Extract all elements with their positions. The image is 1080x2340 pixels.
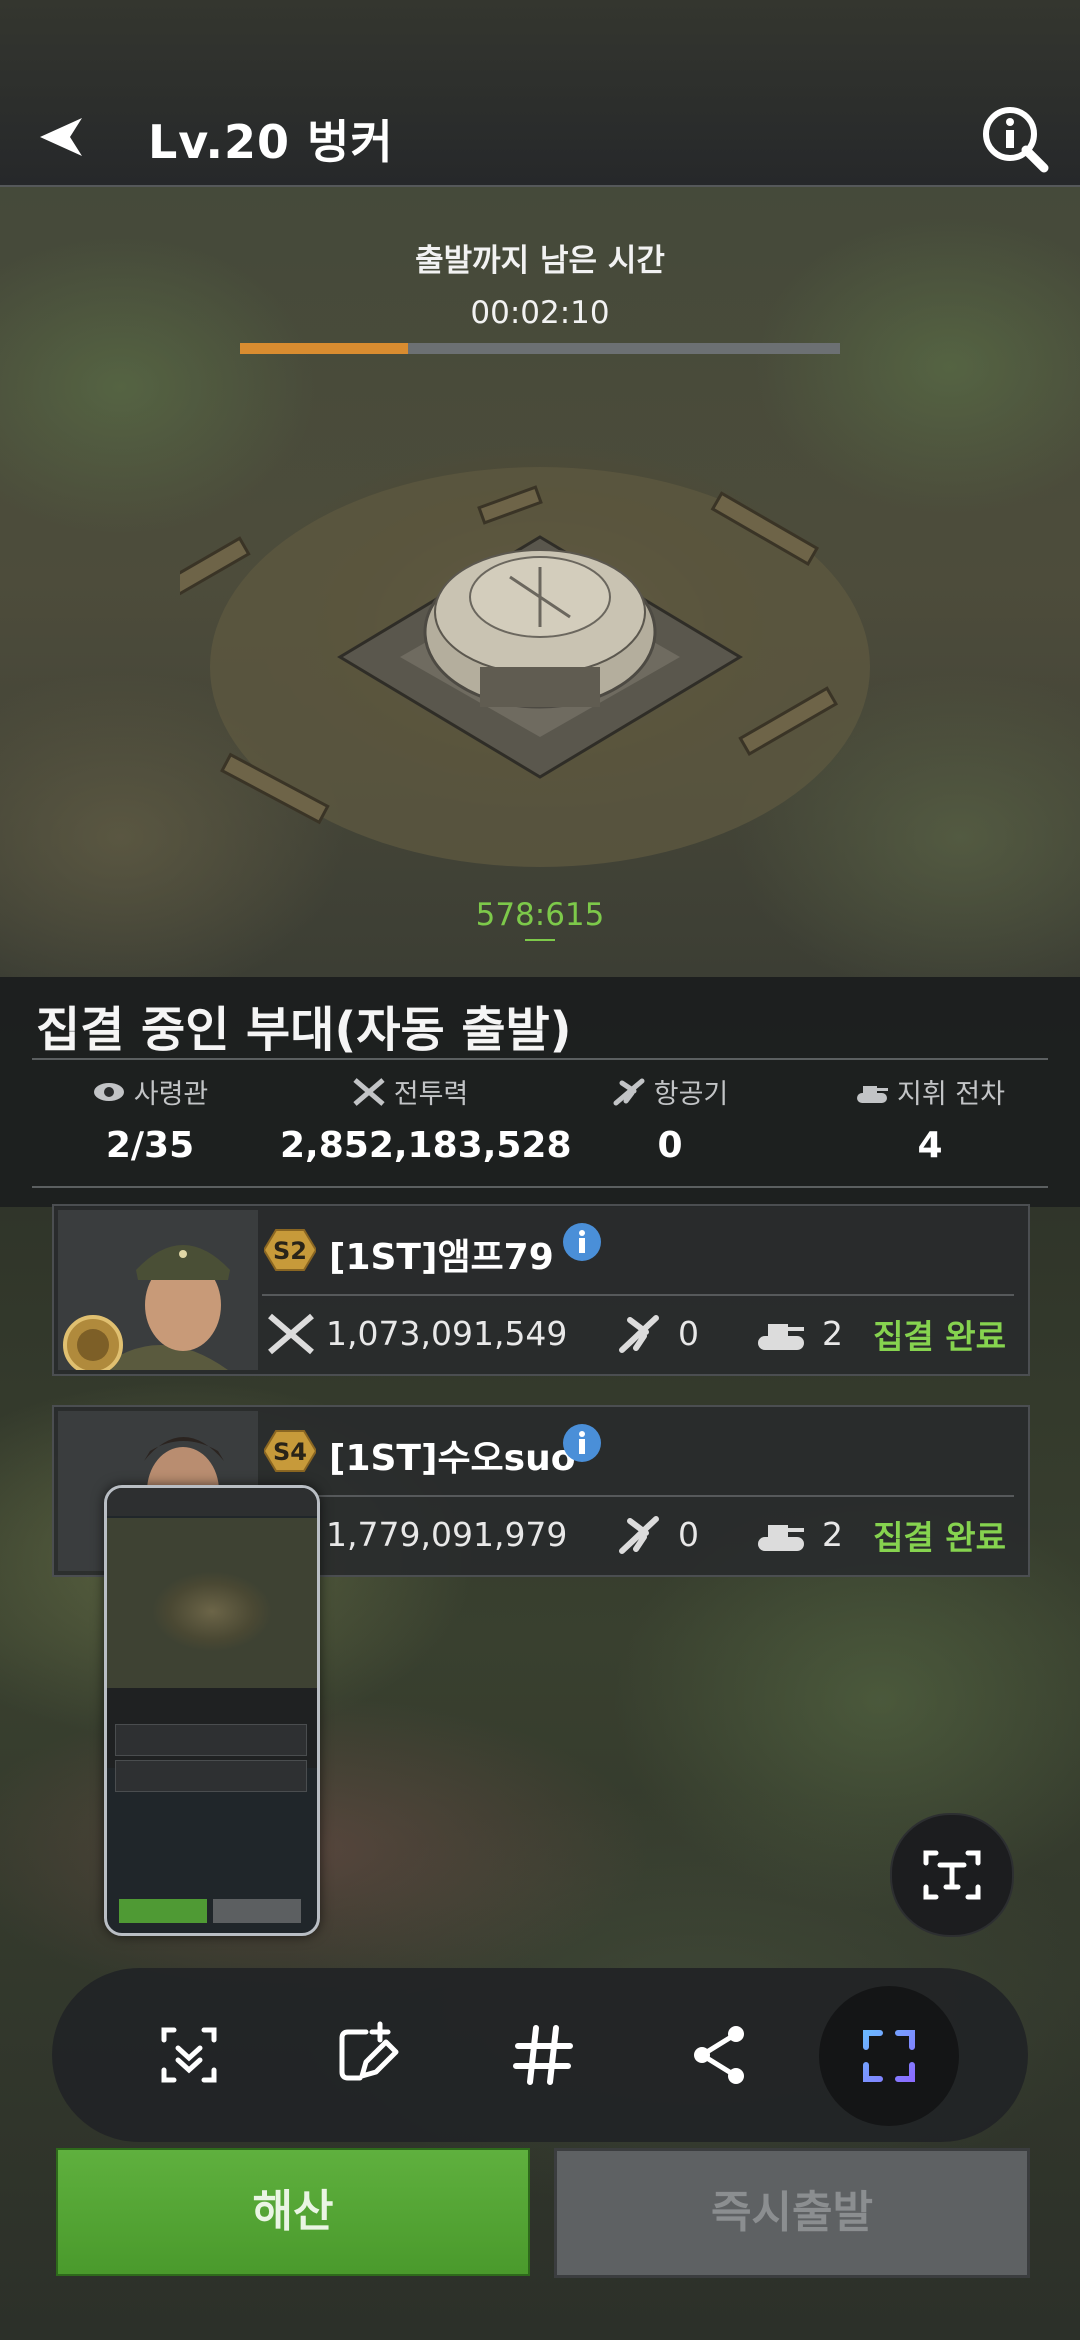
member-tanks: 2	[822, 1515, 843, 1554]
coordinates-link[interactable]: 578:615	[0, 897, 1080, 933]
text-recognition-icon[interactable]	[890, 1813, 1014, 1937]
divider	[32, 1186, 1048, 1188]
stat-commanders: 사령관 2/35	[20, 1072, 280, 1166]
thumbnail-card	[115, 1760, 307, 1792]
dispatch-now-button[interactable]: 즉시출발	[554, 2148, 1030, 2278]
capture-icon	[863, 2030, 915, 2082]
scan-icon	[161, 2027, 217, 2083]
screenshot-toolbar	[52, 1968, 1028, 2142]
member-status: 집결 완료	[873, 1317, 1006, 1356]
stat-commanders-label: 사령관	[133, 1079, 209, 1110]
thumbnail-topbar	[107, 1488, 317, 1516]
tank-icon	[758, 1324, 804, 1350]
crossed-swords-icon	[268, 1313, 314, 1355]
scroll-capture-button[interactable]	[144, 2010, 234, 2100]
stat-power-label: 전투력	[393, 1079, 469, 1110]
divider	[262, 1294, 1014, 1296]
member-status: 집결 완료	[873, 1518, 1006, 1557]
stat-aircraft: 항공기 0	[540, 1072, 800, 1166]
member-card[interactable]: S2 [1ST]앰프79 1,073,091,549 0 2 집결 완료	[52, 1204, 1030, 1376]
stat-power-value: 2,852,183,528	[280, 1125, 572, 1166]
member-aircraft: 0	[678, 1314, 699, 1353]
thumbnail-card	[115, 1724, 307, 1756]
bunker-image	[180, 467, 870, 867]
stat-aircraft-value: 0	[657, 1125, 683, 1166]
commander-avatar	[58, 1210, 258, 1370]
hashtag-button[interactable]	[498, 2010, 588, 2100]
season-badge: S4	[264, 1430, 316, 1472]
season-badge-text: S2	[273, 1237, 307, 1265]
page-title: Lv.20 벙커	[148, 115, 394, 169]
member-tanks: 2	[822, 1314, 843, 1353]
player-info-icon[interactable]	[562, 1423, 602, 1463]
share-icon	[694, 2026, 744, 2084]
stat-command-tank: 지휘 전차 4	[800, 1072, 1060, 1166]
stat-power: 전투력 2,852,183,528	[280, 1072, 572, 1166]
edit-button[interactable]	[320, 2010, 410, 2100]
countdown-timer: 00:02:10	[470, 295, 610, 331]
thumbnail-hero	[107, 1518, 317, 1688]
season-badge: S2	[264, 1229, 316, 1271]
edit-icon	[339, 2021, 399, 2081]
stat-aircraft-label: 항공기	[653, 1079, 729, 1110]
thumbnail-button	[213, 1899, 301, 1923]
countdown-progress-fill	[240, 343, 408, 354]
stat-tank-label: 지휘 전차	[897, 1079, 1005, 1110]
plane-icon	[619, 1516, 659, 1554]
tank-icon	[857, 1085, 889, 1103]
plane-icon	[619, 1315, 659, 1353]
capture-button[interactable]	[819, 1986, 959, 2126]
rally-section-title: 집결 중인 부대(자동 출발)	[36, 1002, 572, 1058]
player-info-icon[interactable]	[562, 1222, 602, 1262]
stat-commanders-value: 2/35	[105, 1125, 195, 1166]
thumbnail-button	[119, 1899, 207, 1923]
member-power: 1,779,091,979	[326, 1515, 568, 1554]
player-name: [1ST]수오suo	[329, 1438, 576, 1479]
countdown-label: 출발까지 남은 시간	[415, 243, 665, 279]
season-badge-text: S4	[273, 1438, 307, 1466]
plane-icon	[613, 1078, 645, 1105]
disband-button[interactable]: 해산	[56, 2148, 530, 2276]
countdown-progress-bar	[240, 343, 840, 354]
divider	[262, 1495, 1014, 1497]
screenshot-thumbnail[interactable]	[104, 1485, 320, 1936]
tank-icon	[758, 1525, 804, 1551]
coordinates-underline	[525, 939, 555, 941]
stat-tank-value: 4	[917, 1125, 943, 1166]
info-icon[interactable]	[980, 104, 1050, 174]
top-bar: Lv.20 벙커	[0, 0, 1080, 187]
hashtag-icon	[513, 2025, 573, 2085]
divider	[32, 1058, 1048, 1060]
share-button[interactable]	[674, 2010, 764, 2100]
back-arrow-icon[interactable]	[36, 112, 86, 162]
member-aircraft: 0	[678, 1515, 699, 1554]
member-power: 1,073,091,549	[326, 1314, 568, 1353]
crossed-swords-icon	[353, 1077, 385, 1106]
eye-icon	[93, 1082, 124, 1101]
target-view: 출발까지 남은 시간 00:02:10 578:615	[0, 187, 1080, 977]
player-name: [1ST]앰프79	[329, 1237, 554, 1278]
